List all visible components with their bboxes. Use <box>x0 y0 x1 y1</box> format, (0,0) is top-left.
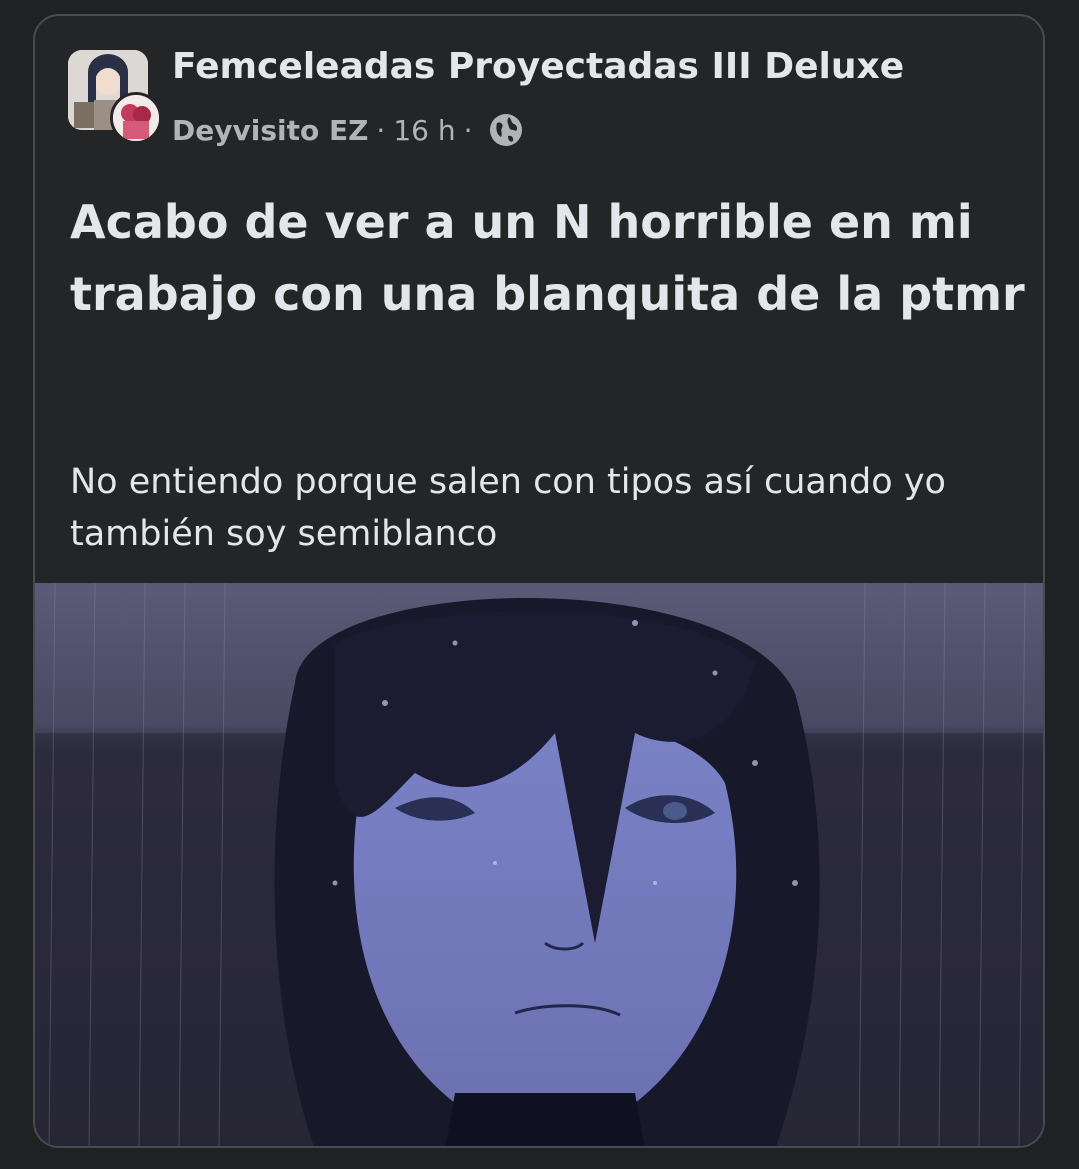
post-header: Femceleadas Proyectadas III Deluxe Deyvi… <box>35 16 1043 166</box>
user-avatar[interactable] <box>110 92 162 144</box>
post-title: Acabo de ver a un N horrible en mi traba… <box>70 195 1025 321</box>
post-time[interactable]: 16 h <box>393 114 455 147</box>
meta-separator: · <box>463 113 473 147</box>
author-name[interactable]: Deyvisito EZ <box>172 114 368 147</box>
meta-separator: · <box>376 113 386 147</box>
group-name[interactable]: Femceleadas Proyectadas III Deluxe <box>172 46 904 87</box>
post-card: Femceleadas Proyectadas III Deluxe Deyvi… <box>33 14 1045 1148</box>
post-image[interactable] <box>35 583 1043 1146</box>
globe-icon <box>489 114 522 146</box>
post-meta: Deyvisito EZ · 16 h · <box>172 111 525 149</box>
post-body: No entiendo porque salen con tipos así c… <box>70 462 946 554</box>
avatar-group[interactable] <box>68 50 162 150</box>
